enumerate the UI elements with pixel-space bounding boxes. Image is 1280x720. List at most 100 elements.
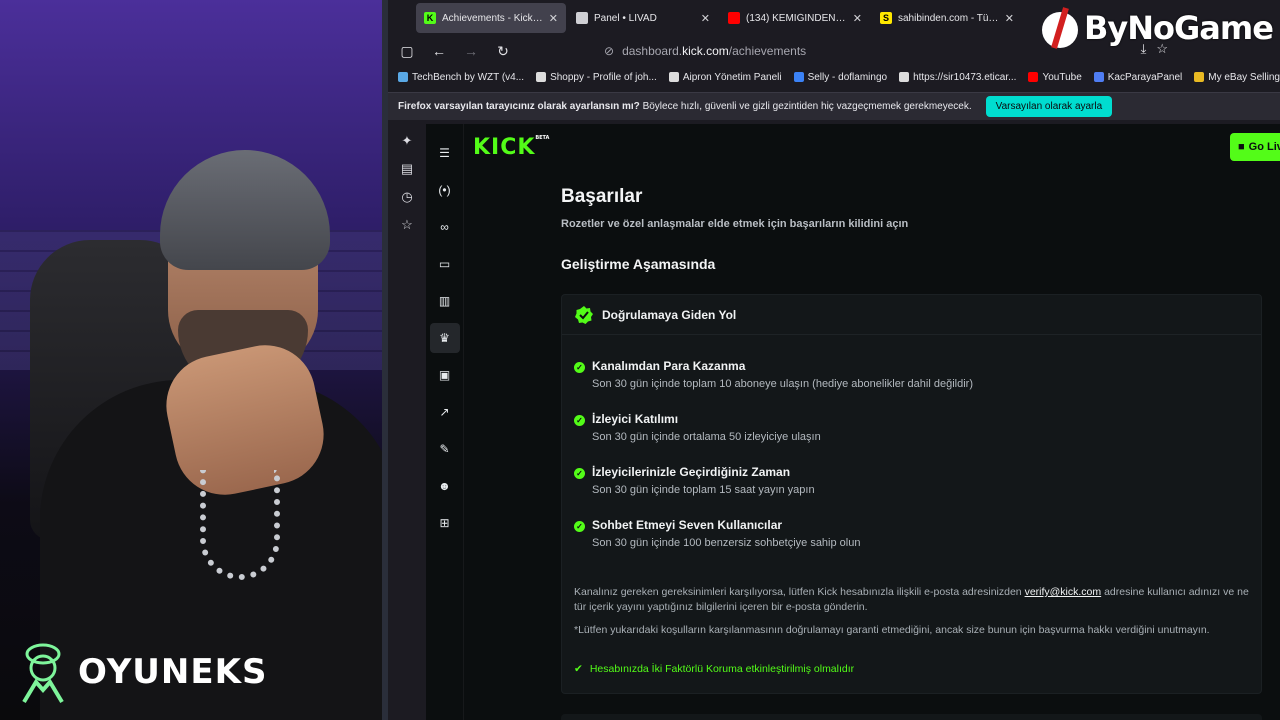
history-icon[interactable]: ◷ [398, 188, 416, 206]
globe-icon [899, 72, 910, 82]
site-info-icon[interactable]: ⊘ [604, 44, 614, 58]
webcam-feed: OYUNEKS [0, 0, 388, 720]
screen: OYUNEKS KAchievements - Kick Dashb✕Panel… [0, 0, 1280, 720]
users-icon[interactable]: ☻ [430, 471, 460, 501]
twofa-requirement: ✔ Hesabınızda İki Faktörlü Koruma etkinl… [574, 663, 855, 675]
bookmark-item[interactable]: Selly - doflamingo [793, 71, 888, 83]
disclaimer-text: *Lütfen yukarıdaki koşulların karşılanma… [574, 624, 1210, 636]
bynogame-watermark: ByNoGame [1040, 2, 1274, 54]
section-title: Geliştirme Aşamasında [561, 256, 716, 272]
firefox-sidebar: ✦ ▤ ◷ ☆ [388, 124, 426, 720]
bookmark-label: https://sir10473.eticar... [913, 71, 1017, 83]
tab-title: Achievements - Kick Dashb [442, 12, 543, 24]
bynogame-logo-icon [1042, 7, 1078, 49]
browser-tab[interactable]: (134) KEMIĞINDEN AYRIL/ ✕ [720, 3, 870, 33]
menu-icon[interactable]: ☰ [430, 138, 460, 168]
kick-logo[interactable]: KICK BETA [473, 135, 549, 160]
shoppy-icon [536, 72, 547, 82]
bookmark-label: KacParayaPanel [1107, 71, 1183, 83]
techbench-icon [398, 72, 408, 82]
requirements-list: ✓ Kanalımdan Para Kazanma Son 30 gün içind… [562, 335, 1261, 571]
close-icon[interactable]: ✕ [1005, 12, 1014, 25]
bookmark-item[interactable]: My eBay Selling Overv... [1194, 72, 1280, 83]
sync-tabs-icon[interactable]: ▤ [398, 160, 416, 178]
creator-icon[interactable]: ⊞ [430, 508, 460, 538]
checkmark-icon: ✔ [574, 663, 583, 675]
youtube-icon [728, 12, 740, 24]
wrench-icon[interactable]: ✎ [430, 434, 460, 464]
check-circle-icon: ✓ [574, 415, 585, 426]
analytics-icon[interactable]: ▥ [430, 286, 460, 316]
set-default-button[interactable]: Varsayılan olarak ayarla [985, 96, 1113, 117]
requirement-desc: Son 30 gün içinde toplam 10 aboneye ulaş… [592, 378, 973, 390]
streamer-cap [160, 150, 330, 270]
tab-title: (134) KEMIĞINDEN AYRIL/ [746, 12, 847, 24]
trophy-icon[interactable]: ♛ [429, 323, 460, 353]
close-icon[interactable]: ✕ [701, 12, 710, 25]
requirement-item: ✓ İzleyici Katılımı Son 30 gün içinde orta… [574, 412, 1261, 465]
browser-tab[interactable]: Panel • LIVAD ✕ [568, 3, 718, 33]
kick-header: KICKBETA ■ Go Live [464, 124, 1280, 170]
requirement-item: ✓ Sohbet Etmeyi Seven Kullanıcılar Son 30 … [574, 518, 1261, 571]
bookmark-label: My eBay Selling Overv... [1208, 71, 1280, 83]
bookmark-label: TechBench by WZT (v4... [412, 71, 525, 83]
check-circle-icon: ✓ [574, 468, 585, 479]
bookmarks-icon[interactable]: ☆ [398, 216, 416, 234]
verify-email-link[interactable]: verify@kick.com [1025, 586, 1102, 598]
sidebar-toggle-icon[interactable]: ▢ [398, 42, 416, 60]
back-button[interactable]: ← [430, 42, 448, 60]
oyuneks-brand: OYUNEKS [14, 640, 267, 704]
youtube-icon [1028, 72, 1039, 82]
default-browser-notification: Firefox varsayılan tarayıcınız olarak ay… [388, 92, 1280, 120]
tab-title: sahibinden.com - Türkiye'n [898, 12, 999, 24]
requirement-title: İzleyici Katılımı [592, 412, 679, 426]
growth-icon[interactable]: ↗ [430, 397, 460, 427]
bookmark-item[interactable]: YouTube [1028, 71, 1082, 83]
close-icon[interactable]: ✕ [549, 12, 558, 25]
requirement-desc: Son 30 gün içinde 100 benzersiz sohbetçi… [592, 537, 861, 549]
bookmark-label: Selly - doflamingo [807, 71, 888, 83]
reload-button[interactable]: ↻ [494, 42, 512, 60]
verified-badge-icon [575, 305, 593, 324]
link-icon[interactable]: ∞ [430, 212, 460, 242]
bookmark-item[interactable]: https://sir10473.eticar... [899, 72, 1016, 83]
selly-icon [793, 72, 804, 82]
close-icon[interactable]: ✕ [853, 12, 862, 25]
globe-icon [668, 72, 679, 82]
bookmark-item[interactable]: Aipron Yönetim Paneli [668, 71, 782, 83]
page-title: Başarılar [561, 186, 643, 207]
livad-icon [576, 12, 588, 24]
page-subtitle: Rozetler ve özel anlaşmalar elde etmek i… [561, 218, 909, 230]
firefox-window: KAchievements - Kick Dashb✕Panel • LIVAD… [388, 0, 1280, 720]
requirement-item: ✓ İzleyicilerinizle Geçirdiğiniz Zaman Son… [574, 465, 1261, 518]
card-header: Doğrulamaya Giden Yol [562, 295, 1261, 335]
bookmark-item[interactable]: TechBench by WZT (v4... [398, 72, 524, 83]
next-card [561, 714, 1262, 720]
bookmark-label: Aipron Yönetim Paneli [682, 71, 782, 83]
ai-sparkle-icon[interactable]: ✦ [398, 132, 416, 150]
bynogame-text: ByNoGame [1084, 9, 1274, 47]
bookmark-label: YouTube [1042, 71, 1082, 83]
requirement-desc: Son 30 gün içinde ortalama 50 izleyiciye… [592, 431, 821, 443]
kick-sidebar: ☰ (•) ∞ ▭ ▥ ♛ ▣ ↗ ✎ ☻ ⊞ [426, 124, 464, 720]
verification-card: Doğrulamaya Giden Yol ✓ Kanalımdan Para K… [561, 294, 1262, 694]
video-icon[interactable]: ▣ [430, 360, 460, 390]
requirement-desc: Son 30 gün içinde toplam 15 saat yayın y… [592, 484, 815, 496]
browser-tab[interactable]: Ssahibinden.com - Türkiye'n ✕ [872, 3, 1022, 33]
kick-dashboard: ✦ ▤ ◷ ☆ ☰ (•) ∞ ▭ ▥ ♛ ▣ ↗ ✎ ☻ ⊞ KICK BETA [388, 124, 1280, 720]
requirement-title: İzleyicilerinizle Geçirdiğiniz Zaman [592, 465, 791, 479]
check-circle-icon: ✓ [574, 521, 585, 532]
check-circle-icon: ✓ [574, 362, 585, 373]
broadcast-icon[interactable]: (•) [430, 175, 460, 205]
bookmark-item[interactable]: KacParayaPanel [1093, 71, 1183, 83]
go-live-button[interactable]: ■ Go Live [1230, 133, 1280, 161]
sahibinden-icon: S [880, 12, 892, 24]
bookmark-item[interactable]: Shoppy - Profile of joh... [536, 72, 657, 83]
oyuneks-text: OYUNEKS [78, 652, 268, 692]
forward-button[interactable]: → [462, 42, 480, 60]
kick-icon: K [424, 12, 436, 24]
requirement-title: Sohbet Etmeyi Seven Kullanıcılar [592, 518, 783, 532]
browser-tab[interactable]: K Achievements - Kick Dashb ✕ [416, 3, 566, 33]
ebay-icon [1194, 72, 1205, 82]
window-icon[interactable]: ▭ [430, 249, 460, 279]
